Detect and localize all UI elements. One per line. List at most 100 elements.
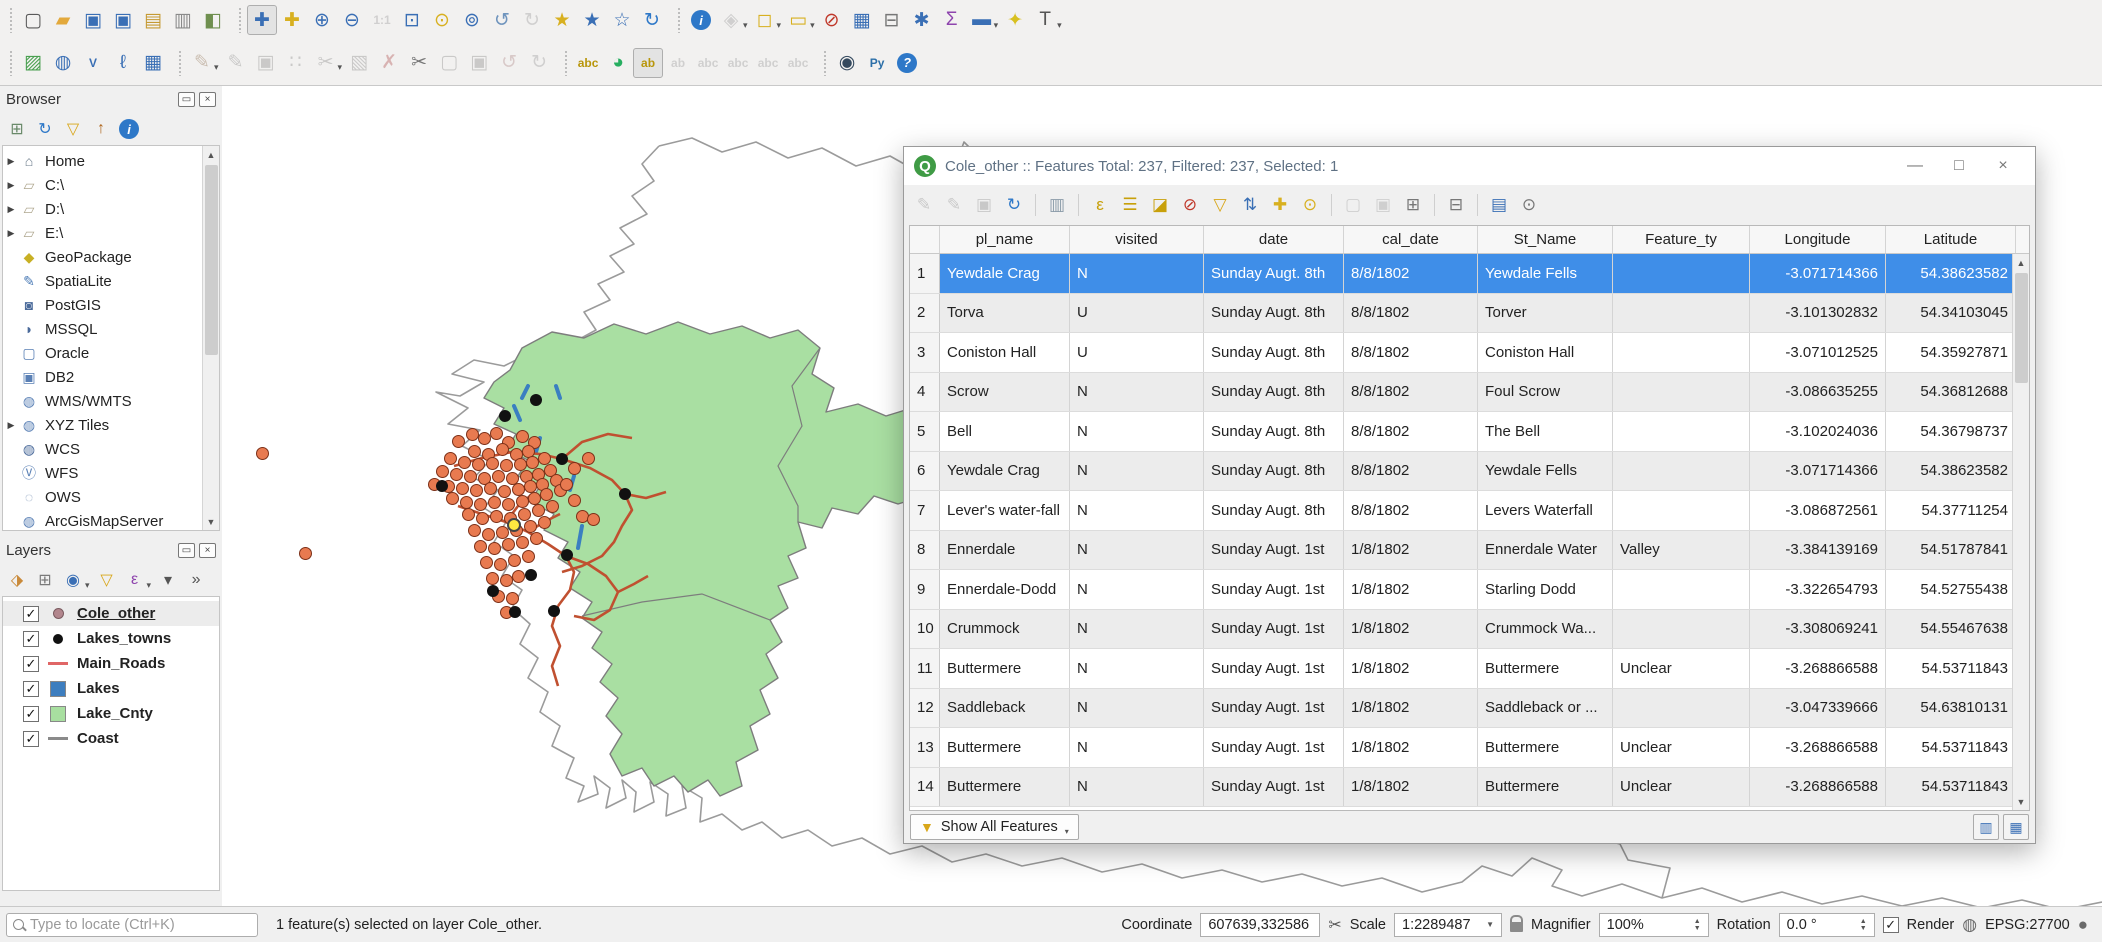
browser-item-oracle[interactable]: ▢Oracle [3, 341, 219, 365]
browser-item-wcs[interactable]: ◍WCS [3, 437, 219, 461]
table-cell[interactable]: U [1070, 294, 1204, 333]
feature-point[interactable] [452, 435, 465, 448]
new-shapefile-layer-icon[interactable]: V [78, 48, 108, 78]
row-number[interactable]: 13 [910, 728, 940, 767]
help-icon[interactable]: ? [892, 48, 922, 78]
table-cell[interactable]: -3.086872561 [1750, 491, 1886, 530]
feature-point[interactable] [538, 516, 551, 529]
browser-close-icon[interactable]: × [199, 92, 216, 107]
expand-arrow-icon[interactable]: ▶ [3, 180, 19, 191]
crs-globe-icon[interactable]: ◍ [1962, 915, 1977, 935]
table-cell[interactable]: Foul Scrow [1478, 373, 1613, 412]
town-point[interactable] [619, 488, 631, 500]
rotation-input[interactable]: 0.0 °▲▼ [1779, 913, 1875, 937]
feature-point[interactable] [476, 512, 489, 525]
table-cell[interactable]: Buttermere [1478, 768, 1613, 807]
table-cell[interactable]: 54.37711254 [1886, 491, 2016, 530]
expand-arrow-icon[interactable]: ▶ [3, 228, 19, 239]
table-scrollbar[interactable]: ▲ ▼ [2012, 254, 2029, 810]
browser-item-wms-wmts[interactable]: ◍WMS/WMTS [3, 389, 219, 413]
table-cell[interactable]: N [1070, 373, 1204, 412]
feature-point[interactable] [462, 508, 475, 521]
browser-item-geopackage[interactable]: ◆GeoPackage [3, 245, 219, 269]
table-cell[interactable]: Sunday Augt. 8th [1204, 491, 1344, 530]
select-all-icon[interactable]: ☰ [1116, 191, 1144, 219]
reload-table-icon[interactable]: ↻ [1000, 191, 1028, 219]
table-row[interactable]: 3Coniston HallUSunday Augt. 8th8/8/1802C… [910, 333, 2029, 373]
feature-point[interactable] [506, 592, 519, 605]
feature-point[interactable] [568, 462, 581, 475]
table-cell[interactable]: N [1070, 491, 1204, 530]
select-features-icon[interactable]: ◻ [750, 5, 780, 35]
table-cell[interactable]: Sunday Augt. 1st [1204, 689, 1344, 728]
lock-scale-icon[interactable] [1510, 922, 1523, 932]
map-canvas[interactable]: Q Cole_other :: Features Total: 237, Fil… [222, 86, 2102, 906]
feature-point[interactable] [498, 485, 511, 498]
metasearch-icon[interactable]: ◉ [832, 48, 862, 78]
labeling-options-icon[interactable]: ab [633, 48, 663, 78]
table-cell[interactable]: 54.53711843 [1886, 728, 2016, 767]
refresh-map-icon[interactable]: ↻ [637, 5, 667, 35]
table-row[interactable]: 8EnnerdaleNSunday Augt. 1st1/8/1802Enner… [910, 531, 2029, 571]
table-cell[interactable]: Coniston Hall [1478, 333, 1613, 372]
row-number[interactable]: 4 [910, 373, 940, 412]
column-header-longitude[interactable]: Longitude [1750, 226, 1886, 253]
browser-item-home[interactable]: ▶⌂Home [3, 149, 219, 173]
table-cell[interactable]: 8/8/1802 [1344, 491, 1478, 530]
feature-point[interactable] [496, 443, 509, 456]
table-cell[interactable]: Buttermere [940, 768, 1070, 807]
filter-legend-icon[interactable]: ▽ [94, 567, 120, 593]
table-row[interactable]: 1Yewdale CragNSunday Augt. 8th8/8/1802Ye… [910, 254, 2029, 294]
table-cell[interactable]: Torva [940, 294, 1070, 333]
show-statistics-icon[interactable]: Σ [937, 5, 967, 35]
table-cell[interactable]: Sunday Augt. 8th [1204, 412, 1344, 451]
table-cell[interactable]: 54.36798737 [1886, 412, 2016, 451]
layer-visibility-checkbox[interactable]: ✓ [23, 656, 39, 672]
table-row[interactable]: 5BellNSunday Augt. 8th8/8/1802The Bell-3… [910, 412, 2029, 452]
manage-map-themes-icon[interactable]: ◉ [60, 567, 86, 593]
browser-item-e-[interactable]: ▶▱E:\ [3, 221, 219, 245]
feature-point[interactable] [488, 496, 501, 509]
save-project-as-icon[interactable]: ▣ [108, 5, 138, 35]
scroll-up-icon[interactable]: ▲ [2013, 254, 2030, 271]
show-bookmarks-icon[interactable]: ★ [577, 5, 607, 35]
expand-arrow-icon[interactable]: ▶ [3, 156, 19, 167]
table-cell[interactable]: 8/8/1802 [1344, 452, 1478, 491]
feature-point[interactable] [516, 536, 529, 549]
table-cell[interactable]: -3.268866588 [1750, 728, 1886, 767]
table-cell[interactable]: 8/8/1802 [1344, 412, 1478, 451]
zoom-last-icon[interactable]: ↺ [487, 5, 517, 35]
invert-selection-icon[interactable]: ◪ [1146, 191, 1174, 219]
feature-point[interactable] [587, 513, 600, 526]
table-cell[interactable]: -3.086635255 [1750, 373, 1886, 412]
table-cell[interactable]: N [1070, 768, 1204, 807]
table-row[interactable]: 2TorvaUSunday Augt. 8th8/8/1802Torver-3.… [910, 294, 2029, 334]
table-cell[interactable]: -3.384139169 [1750, 531, 1886, 570]
feature-point[interactable] [470, 484, 483, 497]
zoom-full-icon[interactable]: ⊡ [397, 5, 427, 35]
row-number[interactable]: 14 [910, 768, 940, 807]
table-cell[interactable]: Bell [940, 412, 1070, 451]
table-cell[interactable] [1613, 689, 1750, 728]
measure-line-icon[interactable]: ▬ [967, 5, 997, 35]
open-field-calculator-icon[interactable]: ⊟ [877, 5, 907, 35]
feature-point[interactable] [468, 445, 481, 458]
table-row[interactable]: 6Yewdale CragNSunday Augt. 8th8/8/1802Ye… [910, 452, 2029, 492]
feature-point[interactable] [494, 558, 507, 571]
properties-widget-icon[interactable]: i [116, 116, 142, 142]
feature-point[interactable] [490, 510, 503, 523]
table-cell[interactable]: Unclear [1613, 768, 1750, 807]
new-print-layout-icon[interactable]: ▤ [138, 5, 168, 35]
open-project-icon[interactable]: ▰ [48, 5, 78, 35]
layer-diagram-icon[interactable]: ◕ [603, 48, 633, 78]
table-cell[interactable]: Buttermere [940, 649, 1070, 688]
table-cell[interactable]: Buttermere [940, 728, 1070, 767]
table-cell[interactable]: 1/8/1802 [1344, 570, 1478, 609]
row-number[interactable]: 7 [910, 491, 940, 530]
table-cell[interactable] [1613, 333, 1750, 372]
new-project-icon[interactable]: ▢ [18, 5, 48, 35]
select-by-value-icon[interactable]: ▭ [783, 5, 813, 35]
town-point[interactable] [548, 605, 560, 617]
table-cell[interactable]: Sunday Augt. 1st [1204, 531, 1344, 570]
row-number[interactable]: 9 [910, 570, 940, 609]
